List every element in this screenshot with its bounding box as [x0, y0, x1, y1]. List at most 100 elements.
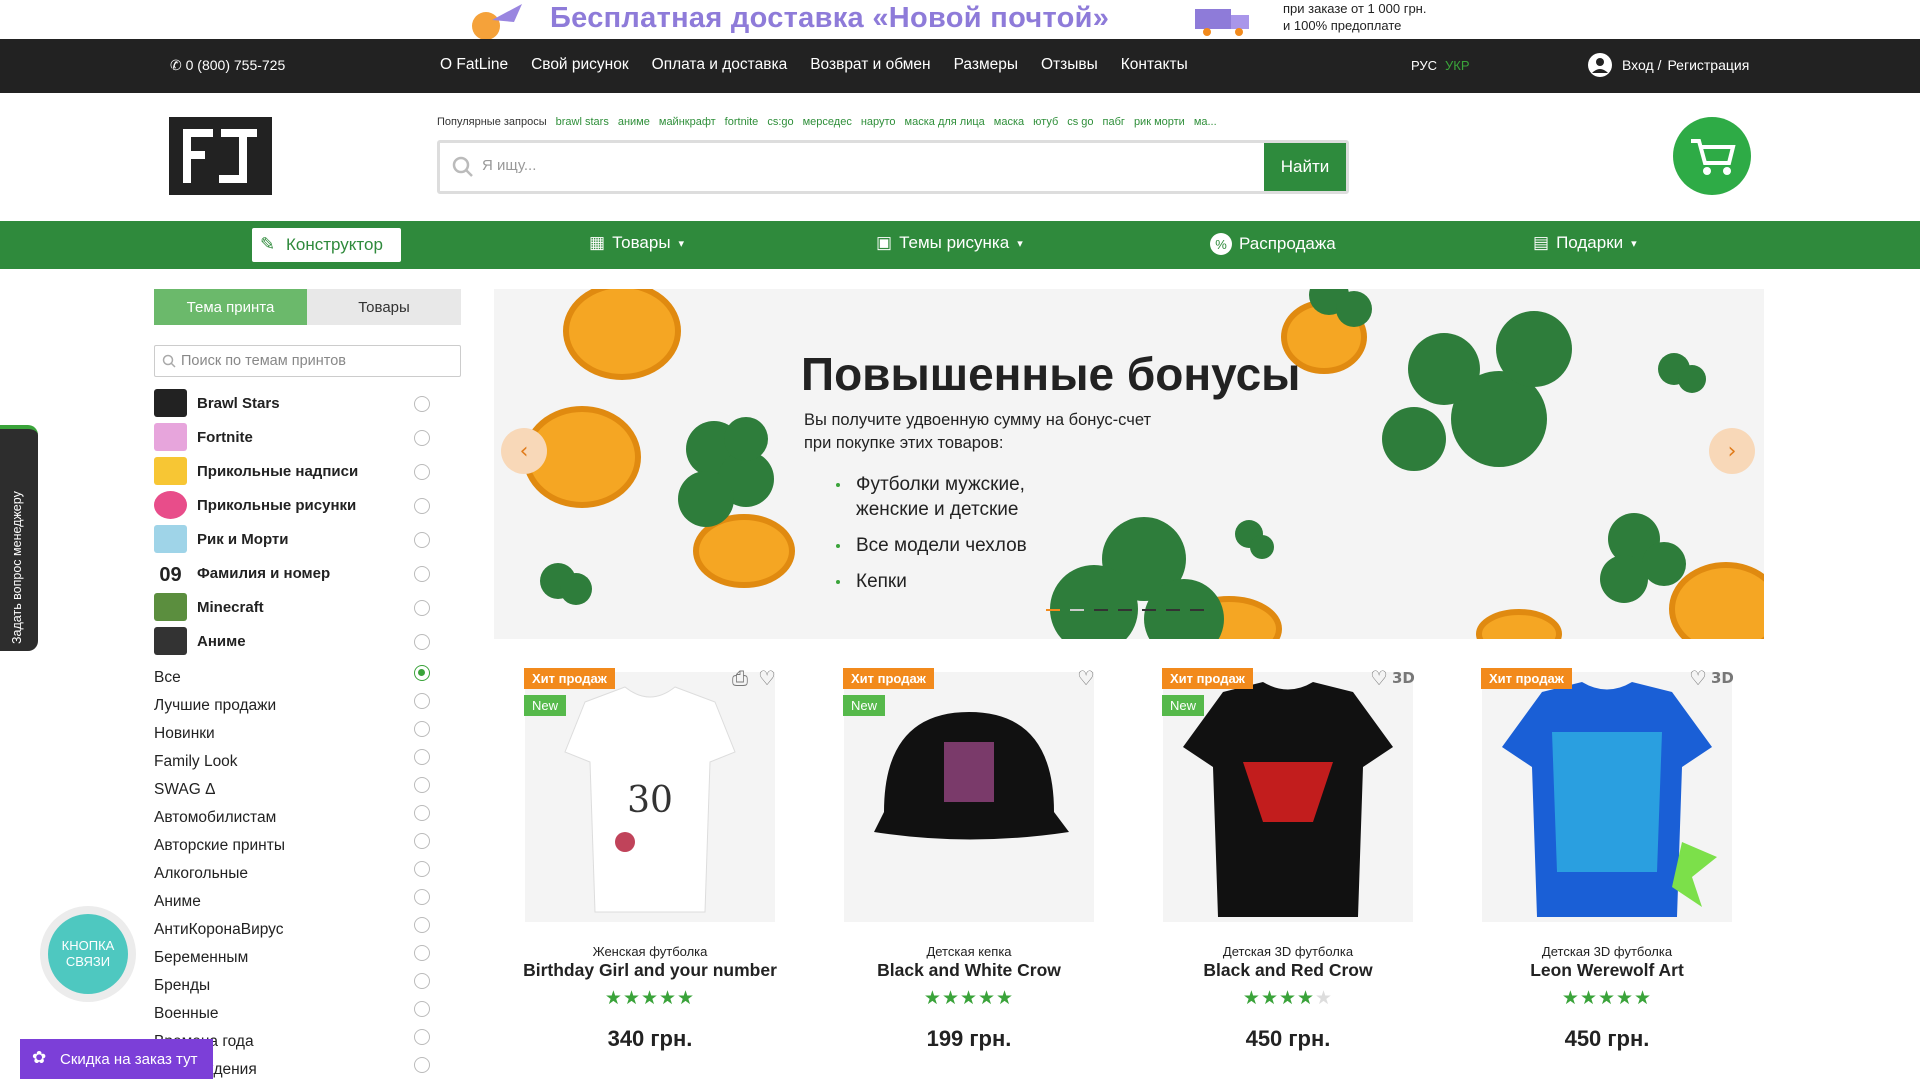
- category-item[interactable]: Военные: [154, 1005, 218, 1023]
- nav-themes[interactable]: ▣ Темы рисунка ▾: [876, 233, 1023, 253]
- category-radio[interactable]: [414, 749, 430, 765]
- category-radio[interactable]: [414, 861, 430, 877]
- site-logo[interactable]: [169, 117, 272, 195]
- print-icon[interactable]: ⎙: [732, 666, 748, 690]
- product-card[interactable]: Хит продаж New ♡ 3D Детская 3D футболка …: [1138, 662, 1438, 1062]
- cart-button[interactable]: [1673, 117, 1751, 195]
- nav-reviews[interactable]: Отзывы: [1041, 56, 1098, 74]
- popular-query[interactable]: наруто: [861, 116, 896, 128]
- category-item[interactable]: Все: [154, 669, 181, 687]
- 3d-view-icon[interactable]: 3D: [1711, 669, 1734, 687]
- search-input[interactable]: Я ищу...: [482, 157, 536, 174]
- theme-item[interactable]: 09 Фамилия и номер: [154, 558, 454, 588]
- theme-item[interactable]: Аниме: [154, 626, 454, 656]
- contact-button[interactable]: КНОПКА СВЯЗИ: [40, 906, 136, 1002]
- slider-prev-button[interactable]: ‹: [501, 428, 547, 474]
- theme-radio[interactable]: [414, 464, 430, 480]
- category-item[interactable]: SWAG Δ: [154, 781, 215, 799]
- category-radio[interactable]: [414, 805, 430, 821]
- heart-icon[interactable]: ♡: [758, 666, 776, 690]
- theme-item[interactable]: Brawl Stars: [154, 388, 454, 418]
- slider-dot-active[interactable]: [1046, 609, 1060, 611]
- popular-query[interactable]: cs go: [1067, 116, 1093, 128]
- category-item[interactable]: Автомобилистам: [154, 809, 276, 827]
- tab-print-theme[interactable]: Тема принта: [154, 289, 307, 325]
- category-radio[interactable]: [414, 1029, 430, 1045]
- category-item[interactable]: Авторские принты: [154, 837, 285, 855]
- category-radio[interactable]: [414, 833, 430, 849]
- popular-query[interactable]: ма...: [1194, 116, 1217, 128]
- heart-icon[interactable]: ♡: [1370, 666, 1388, 690]
- heart-icon[interactable]: ♡: [1689, 666, 1707, 690]
- nav-goods[interactable]: ▦ Товары ▾: [589, 233, 684, 253]
- slider-dot[interactable]: [1094, 609, 1108, 611]
- popular-query[interactable]: майнкрафт: [659, 116, 716, 128]
- nav-contacts[interactable]: Контакты: [1121, 56, 1188, 74]
- theme-item[interactable]: Рик и Морти: [154, 524, 454, 554]
- product-name[interactable]: Birthday Girl and your number: [500, 960, 800, 981]
- popular-query[interactable]: мерседес: [803, 116, 852, 128]
- product-card[interactable]: Хит продаж New ♡ Детская кепка Black and…: [819, 662, 1119, 1062]
- theme-radio[interactable]: [414, 430, 430, 446]
- popular-query[interactable]: fortnite: [725, 116, 759, 128]
- lang-ru[interactable]: РУС: [1411, 58, 1437, 73]
- slider-dot[interactable]: [1070, 609, 1084, 611]
- theme-radio[interactable]: [414, 634, 430, 650]
- login-link[interactable]: Вход /: [1622, 57, 1661, 73]
- category-radio-selected[interactable]: [414, 665, 430, 681]
- slider-dot[interactable]: [1166, 609, 1180, 611]
- theme-item[interactable]: Fortnite: [154, 422, 454, 452]
- nav-about[interactable]: О FatLine: [440, 56, 508, 74]
- nav-sizes[interactable]: Размеры: [954, 56, 1018, 74]
- category-item[interactable]: Алкогольные: [154, 865, 248, 883]
- category-item[interactable]: Бренды: [154, 977, 210, 995]
- theme-radio[interactable]: [414, 532, 430, 548]
- nav-sale[interactable]: % Распродажа: [1210, 233, 1336, 255]
- nav-own-design[interactable]: Свой рисунок: [531, 56, 629, 74]
- lang-ua[interactable]: УКР: [1445, 58, 1470, 73]
- nav-gifts[interactable]: ▤ Подарки ▾: [1533, 233, 1637, 253]
- discount-button[interactable]: ✿ Скидка на заказ тут: [20, 1039, 213, 1079]
- category-radio[interactable]: [414, 973, 430, 989]
- slider-dot[interactable]: [1118, 609, 1132, 611]
- slider-dot[interactable]: [1190, 609, 1204, 611]
- register-link[interactable]: Регистрация: [1667, 57, 1749, 73]
- product-card[interactable]: Хит продаж ♡ 3D Детская 3D футболка Leon…: [1457, 662, 1757, 1062]
- slider-dot[interactable]: [1142, 609, 1156, 611]
- category-item[interactable]: Лучшие продажи: [154, 697, 276, 715]
- theme-radio[interactable]: [414, 566, 430, 582]
- category-item[interactable]: Новинки: [154, 725, 215, 743]
- category-radio[interactable]: [414, 721, 430, 737]
- nav-payment[interactable]: Оплата и доставка: [652, 56, 788, 74]
- product-name[interactable]: Black and White Crow: [819, 960, 1119, 981]
- constructor-button[interactable]: ✎ Конструктор: [252, 228, 401, 262]
- category-radio[interactable]: [414, 945, 430, 961]
- product-name[interactable]: Leon Werewolf Art: [1457, 960, 1757, 981]
- category-radio[interactable]: [414, 1001, 430, 1017]
- popular-query[interactable]: cs:go: [767, 116, 793, 128]
- 3d-view-icon[interactable]: 3D: [1392, 669, 1415, 687]
- theme-search-input[interactable]: Поиск по темам принтов: [181, 353, 346, 369]
- category-radio[interactable]: [414, 917, 430, 933]
- category-radio[interactable]: [414, 1057, 430, 1073]
- theme-item[interactable]: Прикольные надписи: [154, 456, 454, 486]
- search-button[interactable]: Найти: [1264, 143, 1346, 191]
- ask-manager-tab[interactable]: Задать вопрос менеджеру: [0, 425, 38, 651]
- category-radio[interactable]: [414, 777, 430, 793]
- tab-goods[interactable]: Товары: [307, 289, 461, 325]
- theme-radio[interactable]: [414, 396, 430, 412]
- category-item[interactable]: АнтиКоронаВирус: [154, 921, 284, 939]
- popular-query[interactable]: маска: [994, 116, 1024, 128]
- category-item[interactable]: Беременным: [154, 949, 248, 967]
- popular-query[interactable]: brawl stars: [556, 116, 609, 128]
- popular-query[interactable]: аниме: [618, 116, 650, 128]
- popular-query[interactable]: пабг: [1103, 116, 1125, 128]
- category-item[interactable]: Аниме: [154, 893, 201, 911]
- product-card[interactable]: 30 Хит продаж New ⎙ ♡ Женская футболка B…: [500, 662, 800, 1062]
- promo-banner[interactable]: Бесплатная доставка «Новой почтой» при з…: [0, 0, 1920, 39]
- slider-next-button[interactable]: ›: [1709, 428, 1755, 474]
- theme-item[interactable]: Minecraft: [154, 592, 454, 622]
- category-radio[interactable]: [414, 889, 430, 905]
- hero-banner[interactable]: Повышенные бонусы Вы получите удвоенную …: [494, 289, 1764, 639]
- category-radio[interactable]: [414, 693, 430, 709]
